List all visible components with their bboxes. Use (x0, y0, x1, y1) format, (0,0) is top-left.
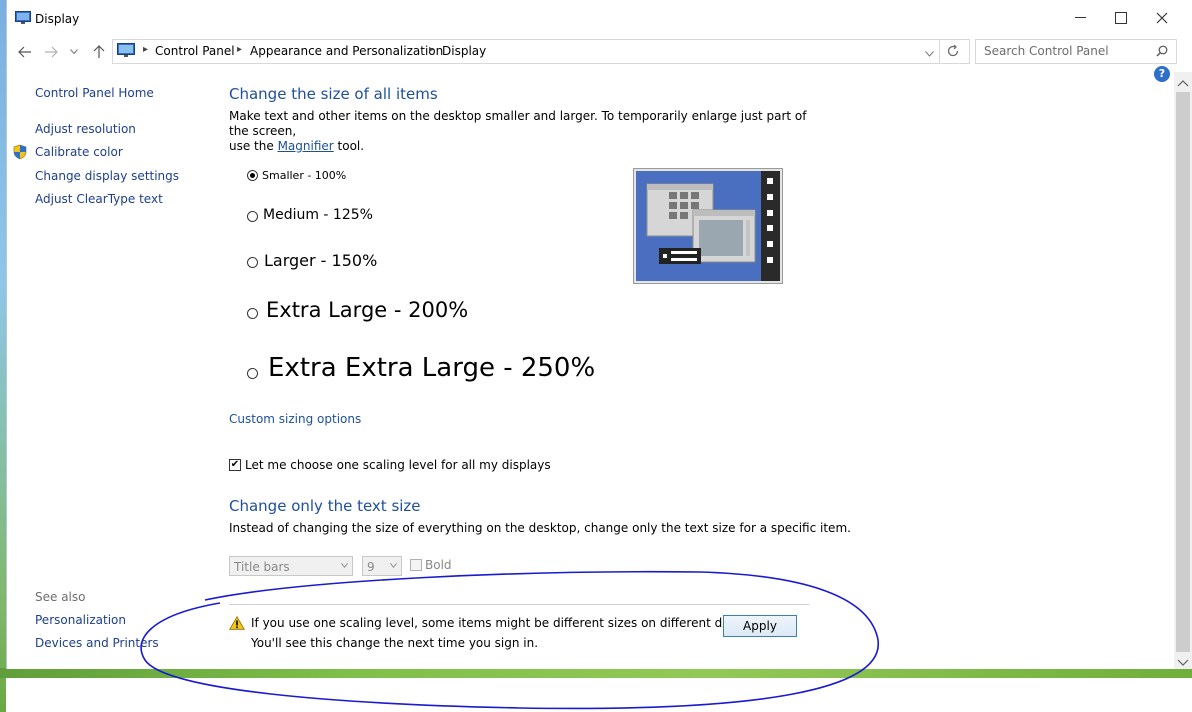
window-title: Display (35, 12, 80, 26)
option-label: Extra Extra Large - 250% (268, 353, 596, 383)
heading-text-size: Change only the text size (229, 497, 421, 515)
sidebar-link-control-panel-home[interactable]: Control Panel Home (35, 86, 154, 100)
warning-icon (229, 616, 245, 630)
search-icon[interactable] (1156, 45, 1168, 57)
description-text: tool. (337, 139, 365, 153)
sidebar-link-calibrate-color[interactable]: Calibrate color (35, 145, 123, 159)
search-placeholder: Search Control Panel (984, 44, 1109, 58)
custom-sizing-link[interactable]: Custom sizing options (229, 412, 361, 426)
breadcrumb-separator: ▸ (237, 44, 243, 55)
scroll-up-button[interactable] (1177, 76, 1189, 90)
radio-extra-extra-large[interactable] (247, 368, 258, 379)
control-panel-icon (117, 43, 135, 57)
bold-label: Bold (425, 558, 452, 572)
item-select-value: Title bars (234, 560, 290, 574)
title-bar: Display (7, 2, 1192, 34)
search-input[interactable]: Search Control Panel (975, 39, 1177, 64)
item-select[interactable]: Title bars (229, 556, 353, 576)
breadcrumb-display[interactable]: Display (442, 44, 486, 58)
size-select[interactable]: 9 (362, 556, 402, 576)
sidebar-link-change-display-settings[interactable]: Change display settings (35, 169, 179, 183)
option-label: Medium - 125% (263, 207, 373, 223)
size-description: Make text and other items on the desktop… (229, 109, 809, 154)
apply-button[interactable]: Apply (723, 615, 797, 637)
refresh-icon (947, 44, 959, 57)
scrollbar-thumb[interactable] (1176, 92, 1190, 652)
text-size-description: Instead of changing the size of everythi… (229, 521, 851, 535)
chevron-down-icon (70, 49, 78, 55)
size-select-value: 9 (367, 560, 375, 574)
sidebar-link-adjust-cleartype[interactable]: Adjust ClearType text (35, 192, 163, 206)
up-arrow-icon (93, 45, 105, 58)
minimize-icon (1074, 17, 1086, 18)
chevron-down-icon (925, 51, 934, 57)
close-icon (1156, 12, 1168, 24)
desktop-background-bottom (0, 668, 1192, 678)
forward-button[interactable] (41, 42, 61, 62)
one-scaling-label: Let me choose one scaling level for all … (245, 458, 551, 472)
display-window: Display ▸ Control Panel ▸ Appearance and… (6, 0, 1192, 669)
see-also-label: See also (35, 590, 86, 604)
radio-medium[interactable] (247, 211, 258, 222)
navigation-bar: ▸ Control Panel ▸ Appearance and Persona… (7, 38, 1192, 66)
forward-arrow-icon (45, 46, 58, 58)
option-label: Larger - 150% (264, 251, 378, 270)
chevron-up-icon (1177, 80, 1189, 87)
up-button[interactable] (89, 42, 109, 62)
sidebar-link-personalization[interactable]: Personalization (35, 613, 126, 627)
radio-extra-large[interactable] (247, 308, 258, 319)
breadcrumb-control-panel[interactable]: Control Panel (155, 44, 235, 58)
option-label: Extra Large - 200% (266, 298, 469, 322)
breadcrumb-appearance[interactable]: Appearance and Personalization (250, 44, 443, 58)
separator (229, 604, 809, 605)
chevron-down-icon (390, 563, 397, 568)
sidebar-link-adjust-resolution[interactable]: Adjust resolution (35, 122, 136, 136)
back-arrow-icon (18, 46, 31, 58)
address-bar[interactable]: ▸ Control Panel ▸ Appearance and Persona… (112, 39, 970, 64)
recent-locations-button[interactable] (67, 42, 81, 62)
one-scaling-checkbox[interactable]: ✔ (229, 459, 241, 471)
radio-larger[interactable] (247, 257, 258, 268)
shield-icon (13, 144, 27, 160)
address-dropdown-button[interactable] (925, 46, 934, 60)
sidebar-link-devices-printers[interactable]: Devices and Printers (35, 636, 159, 650)
maximize-icon (1115, 12, 1127, 24)
description-text: use the (229, 139, 274, 153)
chevron-down-icon (1177, 659, 1189, 666)
refresh-button[interactable] (946, 44, 960, 61)
breadcrumb-separator: ▸ (429, 44, 435, 55)
back-button[interactable] (15, 42, 35, 62)
scroll-down-button[interactable] (1177, 656, 1189, 670)
option-label: Smaller - 100% (262, 169, 347, 182)
warning-line-1: If you use one scaling level, some items… (251, 616, 768, 630)
bold-checkbox[interactable] (410, 559, 422, 571)
close-button[interactable] (1139, 4, 1185, 32)
display-icon (15, 11, 31, 24)
display-preview-image (633, 168, 783, 284)
radio-smaller[interactable] (247, 170, 258, 181)
description-text: Make text and other items on the desktop… (229, 109, 807, 138)
minimize-button[interactable] (1057, 4, 1103, 32)
breadcrumb-separator: ▸ (143, 44, 149, 55)
warning-line-2: You'll see this change the next time you… (251, 636, 539, 650)
magnifier-link[interactable]: Magnifier (278, 139, 334, 153)
chevron-down-icon (341, 563, 348, 568)
address-divider (939, 40, 940, 63)
maximize-button[interactable] (1098, 4, 1144, 32)
help-icon[interactable]: ? (1154, 66, 1170, 82)
heading-change-size: Change the size of all items (229, 85, 438, 103)
